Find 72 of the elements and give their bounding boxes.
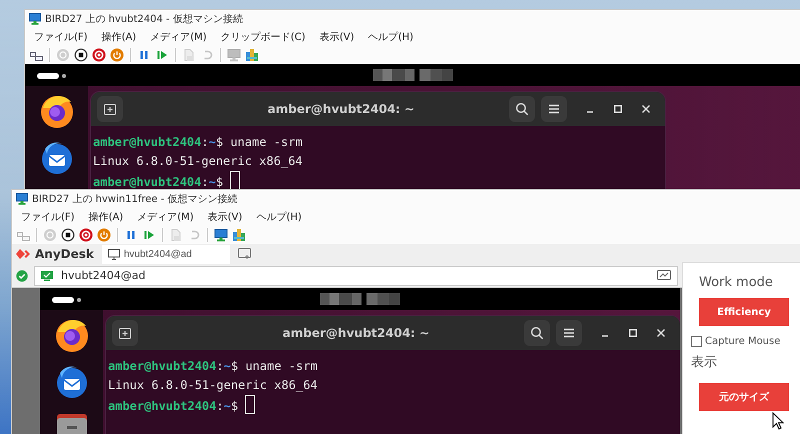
new-session-icon[interactable] <box>238 248 252 260</box>
terminal-title: amber@hvubt2404: ~ <box>282 326 430 340</box>
app-name: AnyDesk <box>35 247 94 261</box>
workspace-indicator-icon <box>52 296 82 304</box>
close-icon[interactable] <box>656 328 666 338</box>
check-icon <box>16 270 28 282</box>
menu-item[interactable]: クリップボード(C) <box>220 30 306 44</box>
plus-icon <box>103 102 117 116</box>
stop-icon[interactable] <box>61 228 75 242</box>
window-title: BIRD27 上の hvwin11free - 仮想マシン接続 <box>32 192 238 206</box>
section-heading: 表示 <box>691 354 717 371</box>
window-title: BIRD27 上の hvubt2404 - 仮想マシン接続 <box>45 12 243 26</box>
play-icon[interactable] <box>142 228 156 242</box>
power-icon[interactable] <box>110 48 124 62</box>
shell-prompt: amber@hvubt2404:~$ <box>108 399 238 413</box>
play-icon[interactable] <box>155 48 169 62</box>
columns-icon[interactable] <box>245 48 259 62</box>
monitor-icon <box>41 270 53 280</box>
command-text: uname -srm <box>230 135 303 149</box>
menu-item[interactable]: 操作(A) <box>88 210 124 224</box>
search-button[interactable] <box>524 320 550 346</box>
monitor-icon <box>16 193 28 205</box>
menu-item[interactable]: 操作(A) <box>102 30 136 44</box>
menu-button[interactable] <box>541 96 567 122</box>
turn-off-icon[interactable] <box>79 228 93 242</box>
new-tab-button[interactable] <box>97 96 123 122</box>
original-size-button[interactable]: 元のサイズ <box>699 383 789 411</box>
mode-button[interactable]: Efficiency <box>699 298 789 326</box>
command-text: uname -srm <box>245 359 318 373</box>
menu-item[interactable]: ファイル(F) <box>34 30 88 44</box>
workspace-indicator-icon <box>37 72 67 80</box>
display-settings-icon[interactable] <box>657 270 671 282</box>
stop-icon[interactable] <box>74 48 88 62</box>
monitor-icon <box>29 13 41 25</box>
turn-off-icon[interactable] <box>92 48 106 62</box>
menu-item[interactable]: メディア(M) <box>150 30 207 44</box>
search-icon <box>530 326 544 340</box>
search-icon <box>515 102 529 116</box>
menu-item[interactable]: ヘルプ(H) <box>368 30 414 44</box>
menu-item[interactable]: 表示(V) <box>208 210 242 224</box>
output-text: Linux 6.8.0-51-generic x86_64 <box>93 154 303 168</box>
checkbox[interactable] <box>691 336 702 347</box>
menu-item[interactable]: ヘルプ(H) <box>256 210 302 224</box>
terminal-title: amber@hvubt2404: ~ <box>266 102 416 116</box>
shell-prompt: amber@hvubt2404:~$ <box>93 135 224 149</box>
shell-prompt: amber@hvubt2404:~$ <box>93 175 224 189</box>
browser-icon[interactable] <box>38 94 74 130</box>
menu-item[interactable]: 表示(V) <box>319 30 354 44</box>
menu-item[interactable]: ファイル(F) <box>21 210 75 224</box>
section-heading: Work mode <box>699 275 773 290</box>
search-button[interactable] <box>509 96 535 122</box>
menu-icon <box>562 326 576 340</box>
output-text: Linux 6.8.0-51-generic x86_64 <box>108 378 318 392</box>
power-icon[interactable] <box>97 228 111 242</box>
anydesk-logo-icon <box>16 248 32 260</box>
session-tab[interactable]: hvubt2404@ad <box>102 244 230 264</box>
monitor-icon <box>108 248 120 260</box>
address-field[interactable]: hvubt2404@ad <box>34 266 678 286</box>
mouse-pointer-icon <box>772 412 784 430</box>
menu-button[interactable] <box>556 320 582 346</box>
close-icon[interactable] <box>641 104 651 114</box>
browser-icon[interactable] <box>54 318 90 354</box>
maximize-icon[interactable] <box>613 104 623 114</box>
maximize-icon[interactable] <box>628 328 638 338</box>
checkbox-label: Capture Mouse <box>705 336 780 347</box>
new-tab-button[interactable] <box>112 320 138 346</box>
monitor-icon[interactable] <box>214 228 228 242</box>
plus-icon <box>118 326 132 340</box>
menu-icon <box>547 102 561 116</box>
columns-icon[interactable] <box>232 228 246 242</box>
shell-prompt: amber@hvubt2404:~$ <box>108 359 238 373</box>
menu-item[interactable]: メディア(M) <box>137 210 194 224</box>
